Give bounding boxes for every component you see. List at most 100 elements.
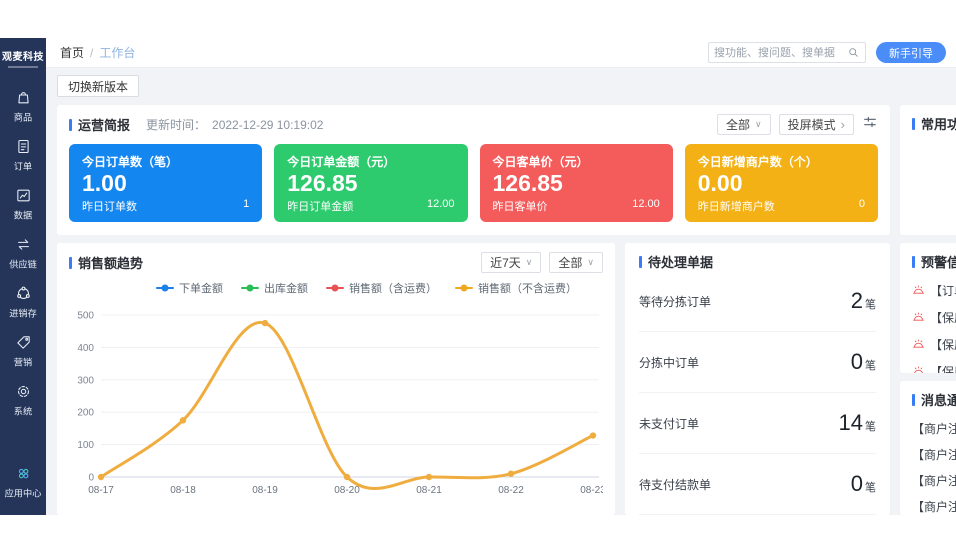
trend-scope-label: 全部 xyxy=(558,254,582,271)
update-time-value: 2022-12-29 10:19:02 xyxy=(212,118,323,132)
briefing-controls: 全部∨ 投屏模式 › xyxy=(717,114,878,135)
brand-name: 观麦科技 xyxy=(2,48,44,63)
sidebar-item-supply-chain[interactable]: 供应链 xyxy=(0,229,46,278)
breadcrumb-current: 工作台 xyxy=(99,44,135,61)
message-items: 【商户注册】 【商户注册】 【商户注册】 【商户注册】 xyxy=(912,415,956,515)
sidebar-item-app-center[interactable]: 应用中心 xyxy=(0,458,46,507)
alert-item[interactable]: 【保质期】 xyxy=(912,304,956,331)
svg-text:08-19: 08-19 xyxy=(252,485,278,496)
alert-item[interactable]: 【保质期】 xyxy=(912,331,956,358)
message-item[interactable]: 【商户注册】 xyxy=(912,493,956,515)
switch-version-button[interactable]: 切换新版本 xyxy=(57,75,139,97)
stat-title: 今日客单价（元） xyxy=(493,153,660,170)
message-item[interactable]: 【商户注册】 xyxy=(912,415,956,441)
newbie-guide-button[interactable]: 新手引导 xyxy=(876,42,946,63)
legend-item[interactable]: 下单金额 xyxy=(156,280,223,296)
common-functions-header: 常用功能 xyxy=(912,114,956,133)
sidebar-item-inventory[interactable]: 进销存 xyxy=(0,278,46,327)
trend-scope-select[interactable]: 全部 ∨ xyxy=(549,252,603,273)
legend-marker-icon xyxy=(326,287,344,289)
sidebar-item-label: 营销 xyxy=(14,355,32,369)
inventory-icon xyxy=(15,285,32,302)
sidebar-item-label: 数据 xyxy=(14,208,32,222)
svg-text:08-17: 08-17 xyxy=(88,485,114,496)
messages-header: 消息通知 xyxy=(912,390,956,409)
briefing-scope-select[interactable]: 全部∨ xyxy=(717,114,771,135)
alerts-panel: 预警信息 【订单】 【保质期】 xyxy=(900,243,956,373)
search-icon[interactable] xyxy=(847,46,860,59)
pending-docs-title: 待处理单据 xyxy=(648,252,713,271)
legend-marker-icon xyxy=(455,287,473,289)
stat-card-order-amount: 今日订单金额（元） 126.85 昨日订单金额12.00 xyxy=(274,144,467,222)
pending-value: 0 xyxy=(851,471,863,496)
message-item[interactable]: 【商户注册】 xyxy=(912,467,956,493)
sidebar-item-data[interactable]: 数据 xyxy=(0,180,46,229)
sidebar-item-system[interactable]: 系统 xyxy=(0,376,46,425)
pending-row-unpaid-settlement[interactable]: 待支付结款单 0笔 xyxy=(639,454,876,515)
pending-unit: 笔 xyxy=(865,482,876,494)
title-accent-bar xyxy=(639,256,642,268)
sidebar-item-label: 供应链 xyxy=(9,257,37,271)
sidebar-item-goods[interactable]: 商品 xyxy=(0,82,46,131)
legend-label: 销售额（不含运费） xyxy=(478,280,577,296)
bag-icon xyxy=(15,89,32,106)
alert-items: 【订单】 【保质期】 【保质期】 xyxy=(912,277,956,373)
stat-sub-value: 1 xyxy=(243,198,249,214)
sidebar-item-label: 应用中心 xyxy=(5,486,42,500)
svg-text:200: 200 xyxy=(77,408,94,419)
legend-label: 销售额（含运费） xyxy=(349,280,437,296)
alert-item[interactable]: 【保质期】 xyxy=(912,358,956,373)
legend-item[interactable]: 销售额（不含运费） xyxy=(455,280,577,296)
pending-row-unpaid-orders[interactable]: 未支付订单 14笔 xyxy=(639,393,876,454)
chevron-down-icon: ∨ xyxy=(526,258,533,267)
sliders-icon xyxy=(862,114,878,130)
stat-cards: 今日订单数（笔） 1.00 昨日订单数1 今日订单金额（元） 126.85 昨日… xyxy=(69,144,878,222)
sidebar-item-label: 商品 xyxy=(14,110,32,124)
cast-mode-button[interactable]: 投屏模式 › xyxy=(779,114,854,135)
tag-icon xyxy=(15,334,32,351)
pending-unit: 笔 xyxy=(865,299,876,311)
legend-item[interactable]: 出库金额 xyxy=(241,280,308,296)
alert-item[interactable]: 【订单】 xyxy=(912,277,956,304)
pending-label: 分拣中订单 xyxy=(639,354,699,371)
alarm-icon xyxy=(912,311,925,324)
message-item[interactable]: 【商户注册】 xyxy=(912,441,956,467)
stat-card-avg-order-value: 今日客单价（元） 126.85 昨日客单价12.00 xyxy=(480,144,673,222)
stat-value: 126.85 xyxy=(493,171,660,196)
right-column: 预警信息 【订单】 【保质期】 xyxy=(900,243,956,515)
global-search xyxy=(708,42,866,63)
alarm-icon xyxy=(912,284,925,297)
pending-label: 等待分拣订单 xyxy=(639,293,711,310)
legend-marker-icon xyxy=(156,287,174,289)
sales-trend-panel: 销售额趋势 近7天∨ 全部∨ 下单金额出库金额销售额（含运费）销售额（不含运费）… xyxy=(57,243,615,515)
order-icon xyxy=(15,138,32,155)
title-accent-bar xyxy=(912,256,915,268)
alerts-title: 预警信息 xyxy=(921,252,956,271)
legend-item[interactable]: 销售额（含运费） xyxy=(326,280,437,296)
pending-row-awaiting-sorting[interactable]: 等待分拣订单 2笔 xyxy=(639,271,876,332)
briefing-title: 运营简报 xyxy=(78,115,130,134)
stat-card-new-merchants: 今日新增商户数（个） 0.00 昨日新增商户数0 xyxy=(685,144,878,222)
breadcrumb-home[interactable]: 首页 xyxy=(60,44,84,61)
pending-row-sorting[interactable]: 分拣中订单 0笔 xyxy=(639,332,876,393)
sidebar-item-label: 订单 xyxy=(14,159,32,173)
pending-rows: 等待分拣订单 2笔 分拣中订单 0笔 未支付订单 14笔 xyxy=(639,271,876,515)
brand-tagline-line xyxy=(8,66,38,68)
chevron-down-icon: ∨ xyxy=(755,120,762,129)
search-input[interactable] xyxy=(714,47,847,59)
stat-card-orders-today: 今日订单数（笔） 1.00 昨日订单数1 xyxy=(69,144,262,222)
title-accent-bar xyxy=(912,118,915,130)
sales-trend-header: 销售额趋势 近7天∨ 全部∨ xyxy=(69,252,603,273)
chart-legend: 下单金额 出库金额 销售额（含运费） 销售额（不含运费） xyxy=(69,280,603,295)
sidebar-item-marketing[interactable]: 营销 xyxy=(0,327,46,376)
chevron-right-icon: › xyxy=(841,118,845,131)
messages-title: 消息通知 xyxy=(921,390,956,409)
cast-mode-label: 投屏模式 xyxy=(788,116,836,133)
title-accent-bar xyxy=(69,257,72,269)
chevron-down-icon: ∨ xyxy=(587,258,594,267)
briefing-settings-button[interactable] xyxy=(862,114,878,135)
gear-icon xyxy=(15,383,32,400)
date-range-select[interactable]: 近7天∨ xyxy=(481,252,541,273)
svg-text:300: 300 xyxy=(77,375,94,386)
sidebar-item-orders[interactable]: 订单 xyxy=(0,131,46,180)
